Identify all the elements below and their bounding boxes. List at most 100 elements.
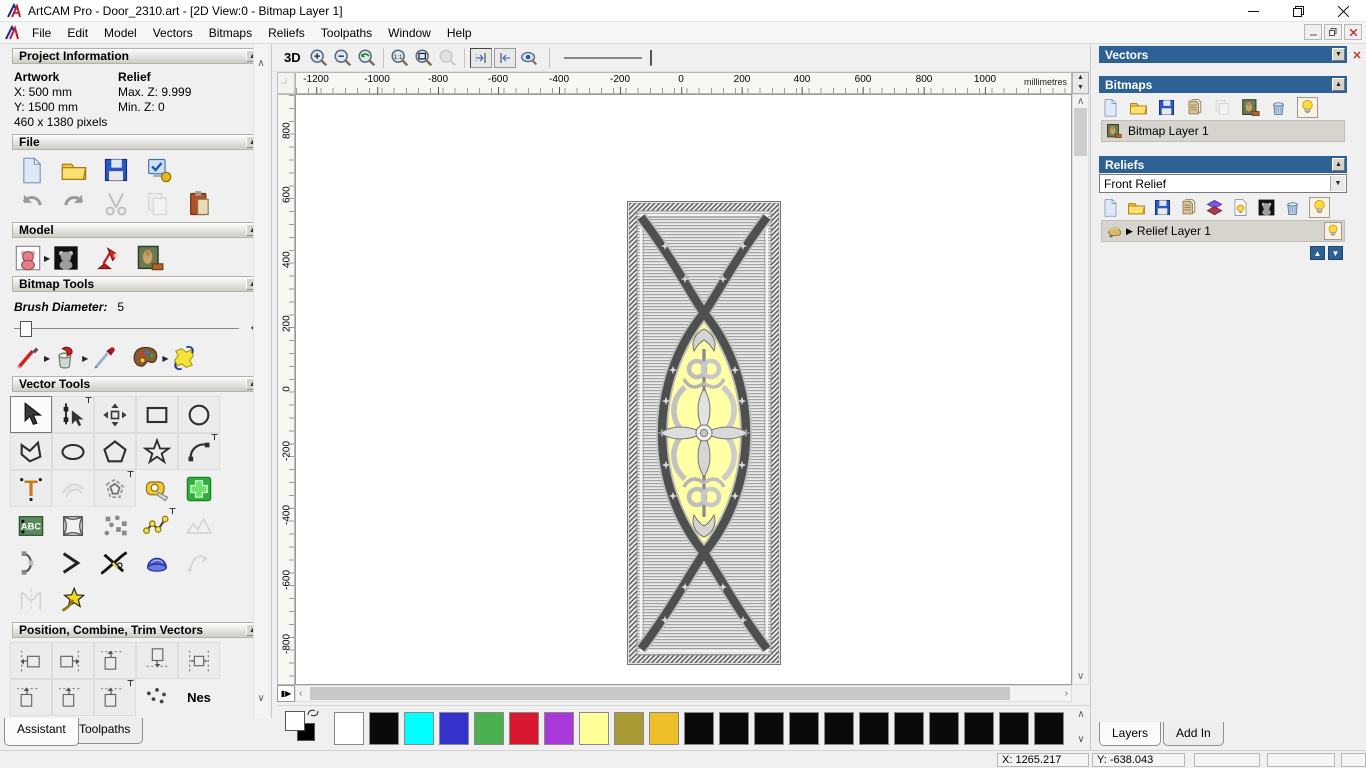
copy-button[interactable] <box>144 190 172 218</box>
relief-layer-row[interactable]: ▶ Relief Layer 1 <box>1101 220 1345 242</box>
paste-vector-button[interactable] <box>178 470 220 507</box>
scroll-up-icon[interactable]: ∧ <box>1077 97 1084 107</box>
scroll-up-icon[interactable]: ∧ <box>254 58 268 69</box>
swap-colours-icon[interactable] <box>307 708 319 718</box>
palette-swatch[interactable] <box>929 712 959 745</box>
palette-button[interactable] <box>132 344 160 372</box>
bitmap-to-vector-button[interactable] <box>1241 98 1260 117</box>
move-layer-up-button[interactable]: ▲ <box>1310 246 1325 260</box>
fit-arcs-button[interactable] <box>10 544 52 581</box>
horizontal-scrollbar[interactable]: ‹ › <box>295 685 1072 702</box>
palette-swatch[interactable] <box>754 712 784 745</box>
zoom-selection-button[interactable] <box>436 46 460 70</box>
collapse-button[interactable]: ▲ <box>1332 78 1345 91</box>
align-left-button[interactable] <box>10 642 52 679</box>
scroll-down-icon[interactable]: ∨ <box>1075 734 1087 745</box>
palette-swatch[interactable] <box>684 712 714 745</box>
relief-layer-visibility-button[interactable] <box>1324 222 1342 240</box>
flood-fill-button[interactable] <box>52 344 80 372</box>
dropdown-arrow-icon[interactable]: ▼ <box>1330 176 1345 191</box>
open-bitmap-button[interactable] <box>1129 98 1148 117</box>
collapse-button[interactable]: ▲ <box>1332 158 1345 171</box>
fit-polyline-button[interactable]: ⊤ <box>136 507 178 544</box>
palette-swatch[interactable] <box>789 712 819 745</box>
mdi-restore-button[interactable] <box>1324 24 1342 40</box>
load-bitmap-button[interactable] <box>136 244 164 272</box>
simplify-vectors-button[interactable] <box>178 507 220 544</box>
zoom-out-button[interactable] <box>331 46 355 70</box>
relief-visibility-button[interactable] <box>1231 198 1250 217</box>
unwrap-vectors-button[interactable] <box>178 544 220 581</box>
relief-select[interactable]: Front Relief ▼ <box>1099 174 1347 193</box>
brush-diameter-slider[interactable]: ◆ <box>14 320 257 338</box>
save-bitmap-button[interactable] <box>1157 98 1176 117</box>
text-block-button[interactable] <box>10 507 52 544</box>
transform-vectors-button[interactable] <box>94 396 136 433</box>
preview-button[interactable] <box>517 46 541 70</box>
create-arc-button[interactable]: ⊤ <box>178 433 220 470</box>
scroll-right-icon[interactable]: › <box>1065 689 1068 699</box>
align-bottom-button[interactable] <box>136 642 178 679</box>
toggle-bitmap-visibility-button[interactable] <box>1297 97 1318 118</box>
trim-vectors-button[interactable] <box>94 544 136 581</box>
paste-button[interactable] <box>186 190 214 218</box>
create-polygon-button[interactable] <box>94 433 136 470</box>
vertical-scroll-thumb[interactable] <box>1074 108 1087 156</box>
ruler-origin-button[interactable] <box>277 72 295 94</box>
palette-swatch[interactable] <box>1034 712 1064 745</box>
clear-bitmap-button[interactable] <box>1213 98 1232 117</box>
undo-button[interactable] <box>18 190 46 218</box>
redo-button[interactable] <box>60 190 88 218</box>
set-model-size-button[interactable] <box>14 244 42 272</box>
scroll-left-icon[interactable]: ‹ <box>299 689 302 699</box>
close-button[interactable] <box>1321 0 1366 22</box>
palette-swatch[interactable] <box>474 712 504 745</box>
2d-view[interactable] <box>295 94 1072 685</box>
create-circle-button[interactable] <box>178 396 220 433</box>
mdi-minimize-button[interactable] <box>1304 24 1322 40</box>
new-bitmap-layer-button[interactable] <box>1101 98 1120 117</box>
palette-swatch[interactable] <box>404 712 434 745</box>
palette-swatch[interactable] <box>964 712 994 745</box>
palette-swatch[interactable] <box>859 712 889 745</box>
scroll-down-icon[interactable]: ∨ <box>1077 672 1084 682</box>
pan-mode-button[interactable]: ▮▶ <box>277 685 295 702</box>
flyout-arrow-icon[interactable]: ▶ <box>44 254 50 263</box>
snap-left-toggle[interactable] <box>469 47 492 68</box>
node-editing-button[interactable]: ⊤ <box>52 396 94 433</box>
create-polyline-button[interactable] <box>10 433 52 470</box>
lighting-button[interactable] <box>94 244 122 272</box>
new-relief-layer-button[interactable] <box>1101 198 1120 217</box>
relief-greyscale-button[interactable] <box>1257 198 1276 217</box>
wrap-text-button[interactable] <box>52 470 94 507</box>
tab-assistant[interactable]: Assistant <box>4 718 79 746</box>
expand-button[interactable]: ▼ <box>1332 48 1345 61</box>
minimize-button[interactable] <box>1231 0 1276 22</box>
paste-along-curve-button[interactable]: ⊤ <box>94 679 136 716</box>
menu-help[interactable]: Help <box>439 23 480 43</box>
select-vectors-button[interactable] <box>10 396 52 433</box>
create-text-button[interactable] <box>10 470 52 507</box>
snap-right-toggle[interactable] <box>493 47 516 68</box>
align-h-centre-button[interactable] <box>10 679 52 716</box>
menu-window[interactable]: Window <box>380 23 439 43</box>
menu-toolpaths[interactable]: Toolpaths <box>313 23 380 43</box>
menu-reliefs[interactable]: Reliefs <box>260 23 313 43</box>
palette-swatch[interactable] <box>544 712 574 745</box>
palette-swatch[interactable] <box>999 712 1029 745</box>
palette-swatch[interactable] <box>509 712 539 745</box>
spline-vectors-button[interactable] <box>52 581 94 618</box>
zoom-slider-handle[interactable] <box>649 49 652 66</box>
paint-button[interactable] <box>14 344 42 372</box>
expand-arrow-icon[interactable]: ▶ <box>1126 226 1133 237</box>
panel-close-icon[interactable]: ✕ <box>1351 50 1363 62</box>
colour-swap-button[interactable] <box>170 344 198 372</box>
zoom-slider[interactable] <box>563 48 652 68</box>
palette-swatch[interactable] <box>649 712 679 745</box>
save-relief-button[interactable] <box>1153 198 1172 217</box>
align-right-button[interactable] <box>52 642 94 679</box>
align-centre-button[interactable] <box>178 642 220 679</box>
save-model-button[interactable] <box>102 156 130 184</box>
centre-in-page-button[interactable] <box>52 679 94 716</box>
adjust-model-button[interactable] <box>52 244 80 272</box>
